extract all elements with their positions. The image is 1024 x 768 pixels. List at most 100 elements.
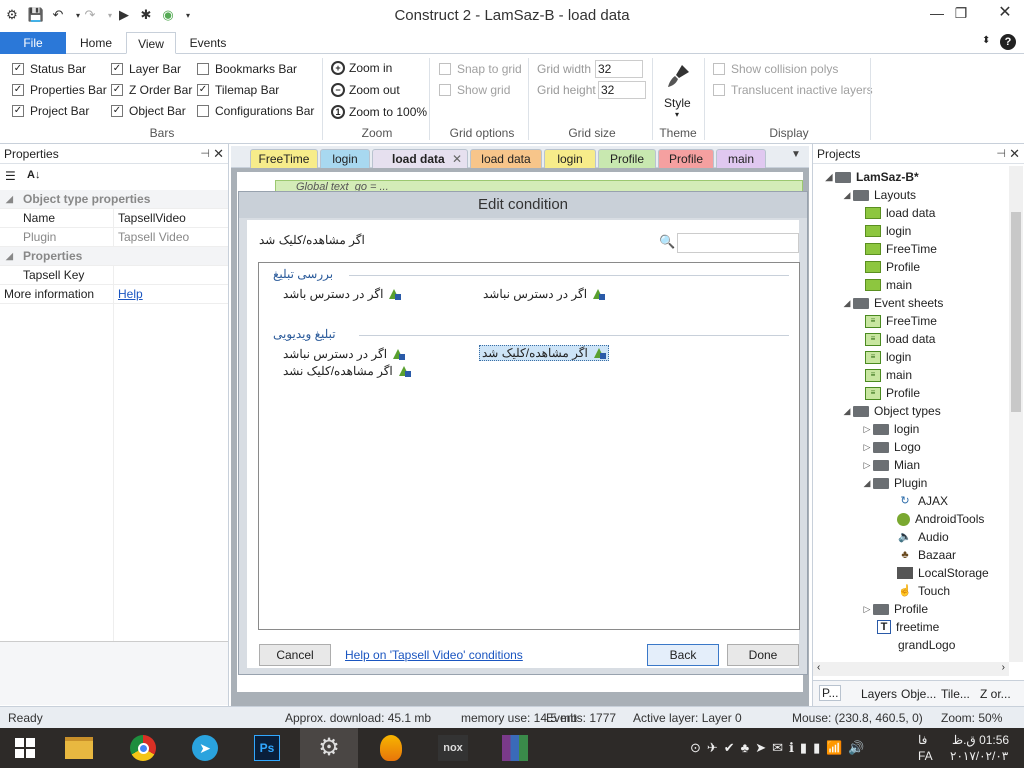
collapse-icon[interactable]: ◢: [6, 247, 13, 266]
collapse-icon[interactable]: ◢: [841, 186, 853, 204]
tree-item-event-sheet[interactable]: ≡ Profile: [865, 384, 920, 402]
property-row[interactable]: Name TapsellVideo: [0, 209, 228, 228]
help-icon[interactable]: ?: [1000, 34, 1016, 50]
snap-to-grid-checkbox[interactable]: Snap to grid: [439, 62, 522, 76]
search-input[interactable]: [677, 233, 799, 253]
cancel-button[interactable]: Cancel: [259, 644, 331, 666]
tab-events[interactable]: Events: [182, 32, 234, 54]
doc-tab-freetime[interactable]: FreeTime: [250, 149, 318, 168]
tree-folder-object-types[interactable]: ◢ Object types: [841, 402, 941, 420]
properties-category[interactable]: ◢ Properties: [0, 247, 228, 266]
bookmarks-bar-checkbox[interactable]: Bookmarks Bar: [197, 62, 297, 76]
project-bar-checkbox[interactable]: ✓ Project Bar: [12, 104, 89, 118]
condition-item[interactable]: اگر در دسترس باشد: [283, 287, 402, 301]
tree-folder-plugin[interactable]: ◢ Plugin: [861, 474, 928, 492]
doc-tab-profile-2[interactable]: Profile: [658, 149, 714, 168]
tree-folder[interactable]: ▷ Logo: [861, 438, 921, 456]
properties-bar-checkbox[interactable]: ✓ Properties Bar: [12, 83, 107, 97]
expand-icon[interactable]: ▷: [861, 456, 873, 474]
tree-item-plugin[interactable]: ↻ AJAX: [897, 492, 948, 510]
style-brush-icon[interactable]: [664, 62, 692, 90]
file-explorer-icon[interactable]: [50, 728, 108, 768]
tab-projects[interactable]: P...: [819, 685, 842, 701]
expand-icon[interactable]: ▷: [861, 420, 873, 438]
alphabetical-sort-icon[interactable]: A↓: [27, 169, 40, 181]
condition-item[interactable]: اگر در دسترس نباشد: [283, 347, 406, 361]
language-indicator[interactable]: FA: [918, 749, 933, 763]
doc-tab-load-data[interactable]: load data: [470, 149, 542, 168]
tree-item-layout[interactable]: main: [865, 276, 912, 294]
style-button[interactable]: Style: [664, 96, 691, 110]
doc-tab-main[interactable]: main: [716, 149, 766, 168]
style-dropdown-icon[interactable]: ▾: [675, 110, 679, 119]
tree-item-event-sheet[interactable]: ≡ FreeTime: [865, 312, 937, 330]
zoom-out-button[interactable]: − Zoom out: [331, 83, 400, 97]
back-button[interactable]: Back: [647, 644, 719, 666]
scrollbar-thumb[interactable]: [1011, 212, 1021, 412]
start-button[interactable]: [0, 728, 50, 768]
close-icon[interactable]: ✕: [213, 144, 224, 164]
categorized-sort-icon[interactable]: ☰: [5, 169, 16, 183]
object-bar-checkbox[interactable]: ✓ Object Bar: [111, 104, 186, 118]
maximize-button[interactable]: ❐: [946, 2, 976, 24]
doc-tab-profile[interactable]: Profile: [598, 149, 656, 168]
collapse-icon[interactable]: ◢: [841, 294, 853, 312]
doc-tab-login[interactable]: login: [320, 149, 370, 168]
close-button[interactable]: ✕: [990, 2, 1020, 24]
tree-item-layout[interactable]: login: [865, 222, 911, 240]
close-icon[interactable]: ✕: [1009, 144, 1020, 164]
collapse-icon[interactable]: ◢: [841, 402, 853, 420]
expand-icon[interactable]: ▷: [861, 600, 873, 618]
tabs-overflow-icon[interactable]: ▼: [791, 149, 801, 160]
z-order-bar-checkbox[interactable]: ✓ Z Order Bar: [111, 83, 192, 97]
tab-objects[interactable]: Obje...: [901, 687, 936, 701]
projects-vertical-scrollbar[interactable]: [1009, 166, 1023, 662]
tab-view[interactable]: View: [126, 32, 176, 54]
tree-item-object[interactable]: grandLogo: [877, 636, 955, 654]
photoshop-icon[interactable]: Ps: [238, 728, 296, 768]
condition-item[interactable]: اگر مشاهده/کلیک نشد: [283, 364, 411, 378]
tab-tilemap[interactable]: Tile...: [941, 687, 970, 701]
clock-date[interactable]: ۲۰۱۷/۰۲/۰۳: [950, 749, 1008, 763]
tree-folder[interactable]: ▷ login: [861, 420, 920, 438]
layer-bar-checkbox[interactable]: ✓ Layer Bar: [111, 62, 181, 76]
collapse-icon[interactable]: ◢: [861, 474, 873, 492]
tree-item-event-sheet[interactable]: ≡ login: [865, 348, 911, 366]
project-root[interactable]: ◢ LamSaz-B*: [823, 168, 919, 186]
status-bar-checkbox[interactable]: ✓ Status Bar: [12, 62, 86, 76]
tree-item-plugin[interactable]: ☝ Touch: [897, 582, 950, 600]
tab-home[interactable]: Home: [72, 32, 120, 54]
tree-item-plugin[interactable]: ♣ Bazaar: [897, 546, 956, 564]
condition-item-selected[interactable]: اگر مشاهده/کلیک شد: [479, 345, 609, 361]
close-tab-icon[interactable]: ✕: [452, 150, 462, 168]
tree-item-layout[interactable]: FreeTime: [865, 240, 937, 258]
translucent-inactive-layers-checkbox[interactable]: Translucent inactive layers: [713, 83, 873, 97]
pin-icon[interactable]: ⊣: [996, 144, 1006, 164]
construct-icon[interactable]: ⚙: [300, 728, 358, 768]
object-type-properties-category[interactable]: ◢ Object type properties: [0, 190, 228, 209]
tree-folder[interactable]: ▷ Mian: [861, 456, 920, 474]
zoom-100-button[interactable]: 1 Zoom to 100%: [331, 105, 427, 119]
collapse-icon[interactable]: ◢: [823, 168, 835, 186]
system-tray-icons[interactable]: ⊙✈✔♣➤✉ℹ▮▮📶🔊: [690, 740, 871, 756]
tree-item-layout[interactable]: Profile: [865, 258, 920, 276]
configurations-bar-checkbox[interactable]: Configurations Bar: [197, 104, 314, 118]
winrar-icon[interactable]: [486, 728, 544, 768]
tab-z-order[interactable]: Z or...: [980, 687, 1011, 701]
tree-item-layout[interactable]: load data: [865, 204, 935, 222]
scroll-left-icon[interactable]: ‹: [817, 662, 820, 673]
doc-tab-load-data-active[interactable]: load data ✕: [372, 149, 468, 168]
tree-folder-event-sheets[interactable]: ◢ Event sheets: [841, 294, 944, 312]
tab-file[interactable]: File: [0, 32, 66, 54]
projects-horizontal-scrollbar[interactable]: ‹ ›: [813, 662, 1009, 676]
tilemap-bar-checkbox[interactable]: ✓ Tilemap Bar: [197, 83, 279, 97]
expand-icon[interactable]: ▷: [861, 438, 873, 456]
help-conditions-link[interactable]: Help on 'Tapsell Video' conditions: [345, 648, 523, 662]
tree-folder-layouts[interactable]: ◢ Layouts: [841, 186, 917, 204]
grid-width-input[interactable]: 32: [595, 60, 643, 78]
property-value[interactable]: TapsellVideo: [118, 209, 186, 228]
ribbon-scroll-icon[interactable]: ⬍: [982, 35, 990, 46]
tab-layers[interactable]: Layers: [861, 687, 897, 701]
condition-item[interactable]: اگر در دسترس نباشد: [483, 287, 606, 301]
collapse-icon[interactable]: ◢: [6, 190, 13, 209]
